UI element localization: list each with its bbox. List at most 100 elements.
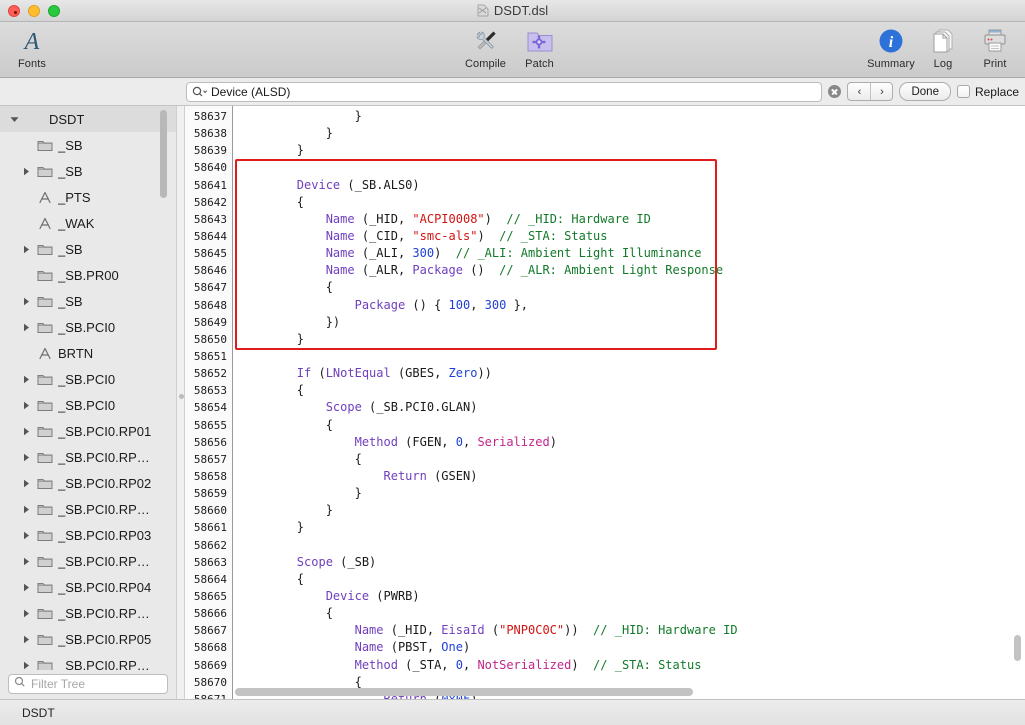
- code-line[interactable]: Package () { 100, 300 },: [239, 297, 1025, 314]
- code-line[interactable]: {: [239, 571, 1025, 588]
- tree-item[interactable]: _SB: [0, 158, 176, 184]
- chevron-right-icon[interactable]: [20, 245, 32, 254]
- tree-item[interactable]: _SB.PCI0.RP…: [0, 548, 176, 574]
- filter-tree-input[interactable]: Filter Tree: [31, 677, 85, 691]
- patch-button[interactable]: Patch: [516, 22, 564, 70]
- tree-item[interactable]: _SB.PCI0: [0, 392, 176, 418]
- chevron-right-icon[interactable]: [20, 505, 32, 514]
- chevron-right-icon[interactable]: [20, 297, 32, 306]
- code-line[interactable]: Name (_CID, "smc-als") // _STA: Status: [239, 228, 1025, 245]
- tree-item[interactable]: _SB.PCI0.RP03: [0, 522, 176, 548]
- code-line[interactable]: Return (GSEN): [239, 468, 1025, 485]
- code-line[interactable]: {: [239, 417, 1025, 434]
- chevron-right-icon[interactable]: [20, 661, 32, 670]
- editor-vertical-scrollbar[interactable]: [1012, 107, 1023, 685]
- sidebar-scrollbar-thumb[interactable]: [160, 110, 167, 198]
- search-field[interactable]: Device (ALSD): [186, 81, 823, 102]
- tree-item[interactable]: _SB: [0, 288, 176, 314]
- tree-item[interactable]: _WAK: [0, 210, 176, 236]
- code-line[interactable]: If (LNotEqual (GBES, Zero)): [239, 365, 1025, 382]
- tree-item[interactable]: BRTN: [0, 340, 176, 366]
- tree-item[interactable]: _SB.PCI0.RP…: [0, 652, 176, 670]
- code-line[interactable]: Device (_SB.ALS0): [239, 177, 1025, 194]
- code-line[interactable]: Scope (_SB.PCI0.GLAN): [239, 399, 1025, 416]
- code-line[interactable]: [239, 348, 1025, 365]
- tree-item[interactable]: _SB.PCI0.RP…: [0, 496, 176, 522]
- log-button[interactable]: Log: [919, 22, 967, 70]
- chevron-right-icon[interactable]: [20, 167, 32, 176]
- code-line[interactable]: [239, 159, 1025, 176]
- code-line[interactable]: {: [239, 605, 1025, 622]
- find-previous-button[interactable]: ‹: [848, 83, 870, 100]
- code-line[interactable]: }: [239, 142, 1025, 159]
- tree-item[interactable]: _SB.PCI0.RP…: [0, 600, 176, 626]
- code-line[interactable]: }: [239, 502, 1025, 519]
- code-token: "PNP0C0C": [499, 623, 565, 638]
- compile-button[interactable]: Compile: [462, 22, 510, 70]
- tree-item[interactable]: _SB.PR00: [0, 262, 176, 288]
- tree-view[interactable]: DSDT _SB _SB _PTS _WAK _SB _SB.PR00 _SB _SB.PCI…: [0, 106, 176, 670]
- chevron-right-icon[interactable]: [20, 635, 32, 644]
- code-line[interactable]: Method (_STA, 0, NotSerialized) // _STA:…: [239, 657, 1025, 674]
- chevron-down-icon[interactable]: [8, 116, 20, 123]
- code-line[interactable]: Scope (_SB): [239, 554, 1025, 571]
- code-line[interactable]: Device (PWRB): [239, 588, 1025, 605]
- chevron-right-icon[interactable]: [20, 583, 32, 592]
- code-line[interactable]: }: [239, 519, 1025, 536]
- tree-item[interactable]: _SB.PCI0.RP01: [0, 418, 176, 444]
- code-line[interactable]: [239, 537, 1025, 554]
- code-content[interactable]: } } } Device (_SB.ALS0) { Name (_HID, "A…: [233, 106, 1025, 699]
- code-line[interactable]: {: [239, 279, 1025, 296]
- tree-root-dsdt[interactable]: DSDT: [0, 106, 176, 132]
- code-line[interactable]: {: [239, 382, 1025, 399]
- search-magnifier-icon[interactable]: [192, 86, 207, 98]
- code-line[interactable]: Name (_ALI, 300) // _ALI: Ambient Light …: [239, 245, 1025, 262]
- tree-item[interactable]: _PTS: [0, 184, 176, 210]
- tree-item[interactable]: _SB: [0, 236, 176, 262]
- code-line[interactable]: Name (_HID, EisaId ("PNP0C0C")) // _HID:…: [239, 622, 1025, 639]
- filter-tree-field[interactable]: Filter Tree: [8, 674, 168, 694]
- code-line[interactable]: {: [239, 451, 1025, 468]
- chevron-right-icon[interactable]: [20, 375, 32, 384]
- code-line[interactable]: {: [239, 194, 1025, 211]
- editor-vertical-scrollbar-thumb[interactable]: [1014, 635, 1021, 661]
- editor-horizontal-scrollbar[interactable]: [233, 687, 1009, 697]
- done-button[interactable]: Done: [899, 82, 951, 101]
- tree-item[interactable]: _SB.PCI0: [0, 314, 176, 340]
- chevron-right-icon[interactable]: [20, 609, 32, 618]
- tree-item[interactable]: _SB.PCI0.RP05: [0, 626, 176, 652]
- summary-button[interactable]: i Summary: [867, 22, 915, 70]
- window-title: DSDT.dsl: [493, 3, 549, 18]
- replace-checkbox[interactable]: [956, 85, 970, 98]
- chevron-right-icon[interactable]: [20, 531, 32, 540]
- fonts-button[interactable]: A Fonts: [8, 22, 56, 70]
- chevron-right-icon[interactable]: [20, 479, 32, 488]
- find-next-button[interactable]: ›: [870, 83, 892, 100]
- replace-toggle[interactable]: Replace: [956, 85, 1019, 99]
- chevron-right-icon[interactable]: [20, 453, 32, 462]
- code-line[interactable]: }: [239, 485, 1025, 502]
- code-line[interactable]: Name (_HID, "ACPI0008") // _HID: Hardwar…: [239, 211, 1025, 228]
- tree-item[interactable]: _SB.PCI0.RP04: [0, 574, 176, 600]
- code-line[interactable]: }: [239, 331, 1025, 348]
- editor-horizontal-scrollbar-thumb[interactable]: [235, 688, 693, 696]
- print-button[interactable]: Print: [971, 22, 1019, 70]
- splitter-handle-dot[interactable]: [179, 394, 184, 399]
- code-line[interactable]: Method (FGEN, 0, Serialized): [239, 434, 1025, 451]
- chevron-right-icon[interactable]: [20, 427, 32, 436]
- chevron-right-icon[interactable]: [20, 323, 32, 332]
- code-line[interactable]: Name (PBST, One): [239, 639, 1025, 656]
- tree-item[interactable]: _SB.PCI0: [0, 366, 176, 392]
- tree-item[interactable]: _SB.PCI0.RP02: [0, 470, 176, 496]
- code-line[interactable]: }: [239, 125, 1025, 142]
- chevron-right-icon[interactable]: [20, 557, 32, 566]
- tree-item[interactable]: _SB.PCI0.RP…: [0, 444, 176, 470]
- code-line[interactable]: }: [239, 108, 1025, 125]
- search-input[interactable]: Device (ALSD): [211, 85, 816, 99]
- tree-item[interactable]: _SB: [0, 132, 176, 158]
- chevron-right-icon[interactable]: [20, 401, 32, 410]
- clear-search-icon[interactable]: [828, 85, 842, 98]
- code-line[interactable]: }): [239, 314, 1025, 331]
- sidebar-splitter[interactable]: [176, 106, 185, 699]
- code-line[interactable]: Name (_ALR, Package () // _ALR: Ambient …: [239, 262, 1025, 279]
